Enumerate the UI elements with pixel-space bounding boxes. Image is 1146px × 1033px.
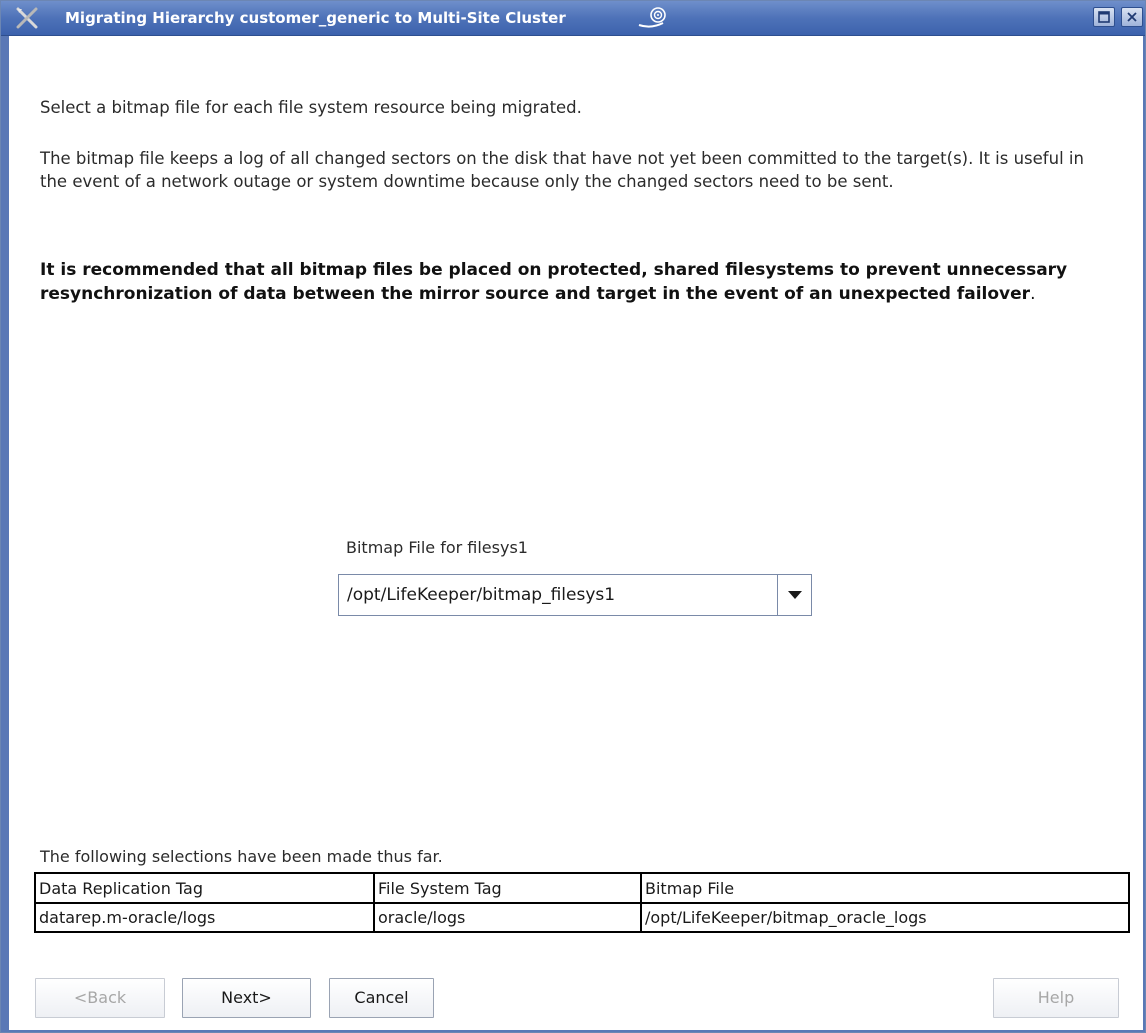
back-button[interactable]: <Back <box>35 978 165 1018</box>
window-border-left <box>1 36 9 1032</box>
column-header: Bitmap File <box>640 872 1130 904</box>
next-button[interactable]: Next> <box>182 978 311 1018</box>
cancel-button[interactable]: Cancel <box>329 978 434 1018</box>
bitmap-description: The bitmap file keeps a log of all chang… <box>40 149 1084 191</box>
recommendation-tail: . <box>1030 284 1036 304</box>
tools-x-icon <box>15 7 39 29</box>
column-header: Data Replication Tag <box>34 872 375 904</box>
selections-table: Data Replication Tag File System Tag Bit… <box>34 872 1130 933</box>
window-border-bottom <box>1 1030 1145 1032</box>
maximize-button[interactable] <box>1093 7 1115 27</box>
help-button[interactable]: Help <box>993 978 1119 1018</box>
title-bar[interactable]: Migrating Hierarchy customer_generic to … <box>1 1 1145 36</box>
bitmap-field-label: Bitmap File for filesys1 <box>346 538 528 557</box>
table-row[interactable]: datarep.m-oracle/logs oracle/logs /opt/L… <box>34 902 1130 933</box>
window-title: Migrating Hierarchy customer_generic to … <box>65 9 566 27</box>
column-header: File System Tag <box>373 872 642 904</box>
table-cell: oracle/logs <box>373 902 642 933</box>
window-border-right <box>1143 36 1145 1032</box>
close-button[interactable] <box>1121 7 1143 27</box>
bitmap-file-combobox[interactable] <box>338 574 812 616</box>
table-cell: datarep.m-oracle/logs <box>34 902 375 933</box>
recommendation-bold-text: It is recommended that all bitmap files … <box>40 260 1068 304</box>
table-cell: /opt/LifeKeeper/bitmap_oracle_logs <box>640 902 1130 933</box>
instruction-text: Select a bitmap file for each file syste… <box>40 98 582 117</box>
selections-caption: The following selections have been made … <box>40 847 443 866</box>
recommendation-note: It is recommended that all bitmap files … <box>40 258 1115 306</box>
spiral-icon <box>637 5 671 29</box>
bitmap-dropdown-button[interactable] <box>778 575 811 615</box>
bitmap-file-input[interactable] <box>339 575 776 615</box>
dialog-window: Migrating Hierarchy customer_generic to … <box>0 0 1146 1033</box>
table-header-row: Data Replication Tag File System Tag Bit… <box>34 872 1130 904</box>
